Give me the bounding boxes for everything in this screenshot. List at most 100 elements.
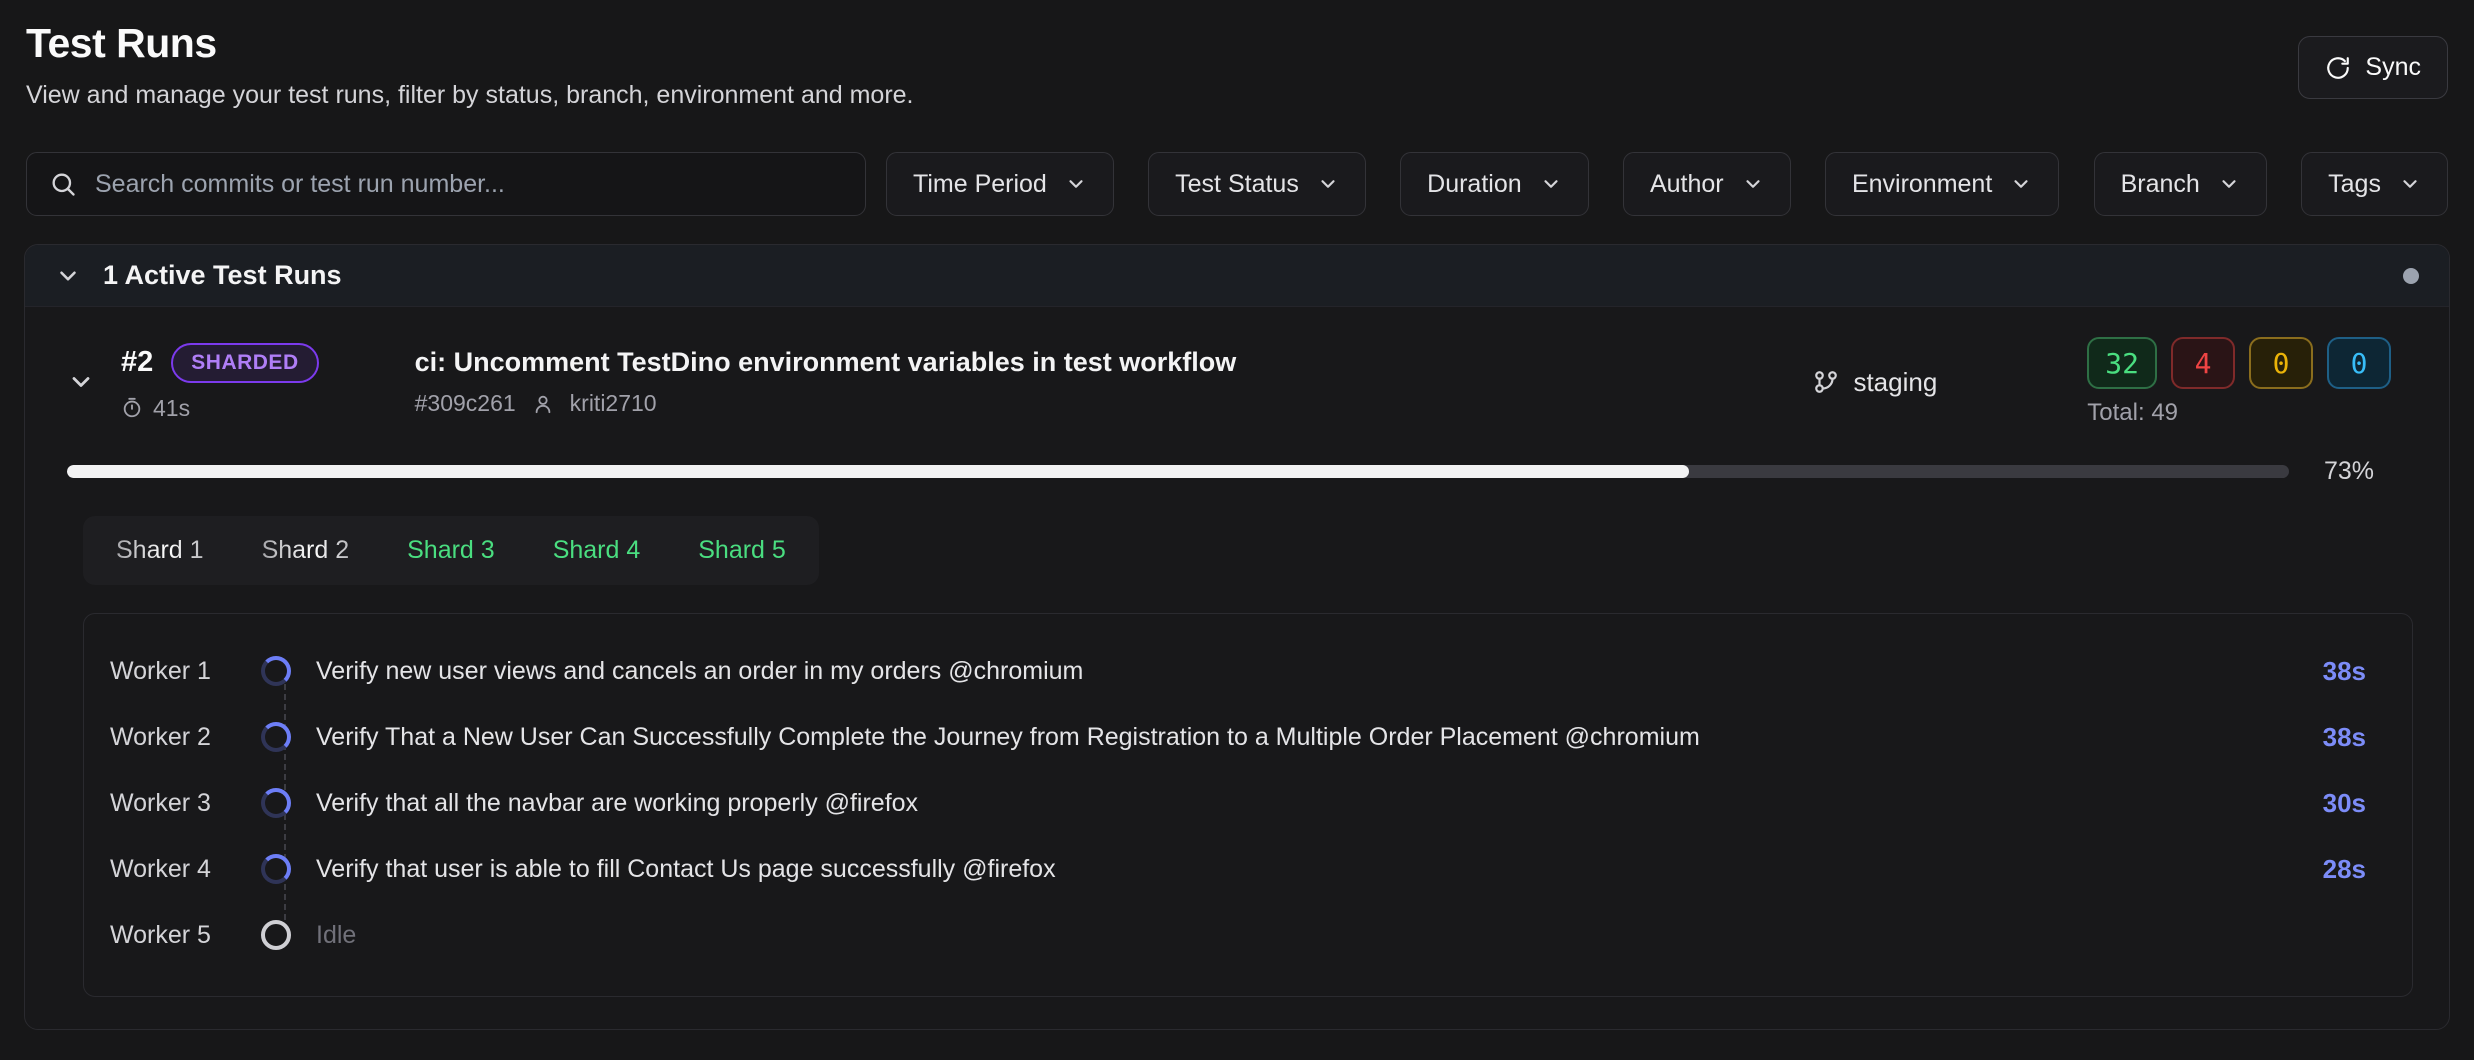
filter-label: Test Status: [1175, 170, 1299, 199]
run-expand-chevron-icon[interactable]: [67, 368, 95, 396]
worker-label: Worker 5: [110, 921, 246, 950]
filter-tags[interactable]: Tags: [2301, 152, 2448, 216]
filter-label: Time Period: [913, 170, 1047, 199]
shard-tabs: Shard 1 Shard 2 Shard 3 Shard 4 Shard 5: [83, 516, 819, 585]
workers-panel: Worker 1 Verify new user views and cance…: [83, 613, 2413, 997]
live-indicator-dot: [2403, 268, 2419, 284]
filter-label: Tags: [2328, 170, 2381, 199]
commit-title: ci: Uncomment TestDino environment varia…: [415, 347, 1237, 378]
page-title: Test Runs: [26, 20, 2448, 67]
tab-shard-5[interactable]: Shard 5: [672, 523, 812, 578]
person-icon: [532, 393, 554, 415]
commit-column: ci: Uncomment TestDino environment varia…: [415, 347, 1237, 417]
stopwatch-icon: [121, 397, 143, 419]
worker-test-name: Idle: [316, 921, 356, 950]
page-subtitle: View and manage your test runs, filter b…: [26, 81, 2448, 110]
worker-duration: 38s: [2323, 656, 2366, 687]
worker-row: Worker 5 Idle: [110, 902, 2366, 968]
worker-status: [246, 788, 306, 818]
worker-row: Worker 3 Verify that all the navbar are …: [110, 770, 2366, 836]
active-runs-header[interactable]: 1 Active Test Runs: [25, 245, 2449, 307]
worker-status: [246, 722, 306, 752]
failed-count-badge: 4: [2171, 337, 2235, 389]
worker-label: Worker 1: [110, 657, 246, 686]
branch-name: staging: [1853, 367, 1937, 398]
tab-shard-2[interactable]: Shard 2: [236, 523, 376, 578]
worker-duration: 28s: [2323, 854, 2366, 885]
skipped-count-badge: 0: [2327, 337, 2391, 389]
progress-bar: [67, 465, 2289, 478]
progress-bar-fill: [67, 465, 1689, 478]
filter-test-status[interactable]: Test Status: [1148, 152, 1366, 216]
filter-author[interactable]: Author: [1623, 152, 1791, 216]
chevron-down-icon: [1065, 173, 1087, 195]
tab-shard-1[interactable]: Shard 1: [90, 523, 230, 578]
worker-row: Worker 1 Verify new user views and cance…: [110, 638, 2366, 704]
idle-circle-icon: [261, 920, 291, 950]
tab-shard-4[interactable]: Shard 4: [527, 523, 667, 578]
branch-group: staging: [1813, 367, 1937, 398]
git-branch-icon: [1813, 369, 1839, 395]
run-elapsed: 41s: [121, 395, 319, 422]
chevron-down-icon: [2010, 173, 2032, 195]
worker-test-name: Verify that user is able to fill Contact…: [316, 855, 1056, 884]
chevron-down-icon: [1742, 173, 1764, 195]
commit-hash: #309c261: [415, 390, 516, 417]
spinner-icon: [261, 854, 291, 884]
sync-button-label: Sync: [2365, 53, 2421, 82]
worker-test-name: Verify That a New User Can Successfully …: [316, 723, 1700, 752]
worker-status: [246, 920, 306, 950]
search-box[interactable]: [26, 152, 866, 216]
run-id-column: #2 SHARDED 41s: [121, 343, 319, 422]
chevron-down-icon: [2399, 173, 2421, 195]
worker-label: Worker 3: [110, 789, 246, 818]
test-run-row[interactable]: #2 SHARDED 41s ci: Uncomment TestDino en…: [25, 307, 2449, 427]
active-runs-title: 1 Active Test Runs: [103, 260, 342, 291]
worker-row: Worker 2 Verify That a New User Can Succ…: [110, 704, 2366, 770]
toolbar: Time Period Test Status Duration Author …: [0, 152, 2474, 216]
page-header: Test Runs View and manage your test runs…: [0, 0, 2474, 110]
total-count-label: Total: 49: [2087, 399, 2391, 427]
filter-bar: Time Period Test Status Duration Author …: [886, 152, 2448, 216]
worker-label: Worker 2: [110, 723, 246, 752]
tab-shard-3[interactable]: Shard 3: [381, 523, 521, 578]
refresh-icon: [2325, 55, 2351, 81]
filter-time-period[interactable]: Time Period: [886, 152, 1114, 216]
chevron-down-icon: [1540, 173, 1562, 195]
worker-test-name: Verify that all the navbar are working p…: [316, 789, 918, 818]
active-runs-card: 1 Active Test Runs #2 SHARDED 41s ci: Un: [24, 244, 2450, 1030]
worker-status: [246, 854, 306, 884]
spinner-icon: [261, 722, 291, 752]
spinner-icon: [261, 788, 291, 818]
commit-meta: #309c261 kriti2710: [415, 390, 1237, 417]
worker-duration: 38s: [2323, 722, 2366, 753]
flaky-count-badge: 0: [2249, 337, 2313, 389]
run-number: #2: [121, 346, 153, 379]
sync-button[interactable]: Sync: [2298, 36, 2448, 99]
filter-branch[interactable]: Branch: [2094, 152, 2267, 216]
chevron-down-icon: [1317, 173, 1339, 195]
progress-row: 73%: [25, 427, 2449, 486]
worker-label: Worker 4: [110, 855, 246, 884]
filter-label: Author: [1650, 170, 1724, 199]
chevron-down-icon[interactable]: [55, 263, 81, 289]
worker-row: Worker 4 Verify that user is able to fil…: [110, 836, 2366, 902]
run-elapsed-value: 41s: [153, 395, 190, 422]
filter-duration[interactable]: Duration: [1400, 152, 1589, 216]
sharded-badge: SHARDED: [171, 343, 318, 383]
progress-percent-label: 73%: [2289, 457, 2409, 486]
worker-duration: 30s: [2323, 788, 2366, 819]
passed-count-badge: 32: [2087, 337, 2157, 389]
filter-label: Duration: [1427, 170, 1522, 199]
spinner-icon: [261, 656, 291, 686]
worker-status: [246, 656, 306, 686]
chevron-down-icon: [2218, 173, 2240, 195]
commit-author: kriti2710: [570, 390, 657, 417]
result-counts: 32 4 0 0 Total: 49: [2087, 337, 2391, 427]
filter-environment[interactable]: Environment: [1825, 152, 2059, 216]
search-input[interactable]: [95, 170, 843, 199]
worker-test-name: Verify new user views and cancels an ord…: [316, 657, 1083, 686]
filter-label: Environment: [1852, 170, 1992, 199]
search-icon: [49, 170, 77, 198]
filter-label: Branch: [2121, 170, 2200, 199]
